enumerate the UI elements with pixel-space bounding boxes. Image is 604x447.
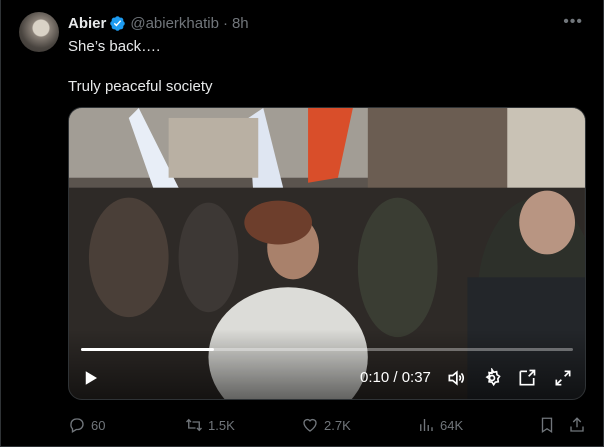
volume-icon[interactable] [445, 366, 467, 390]
tweet-header: Abier @abierkhatib · 8h [68, 13, 583, 33]
author-name[interactable]: Abier [68, 15, 106, 32]
like-button[interactable]: 2.7K [301, 416, 351, 434]
tweet-text-line: Truly peaceful society [68, 78, 213, 95]
pip-icon[interactable] [516, 366, 538, 390]
tweet-card[interactable]: Abier @abierkhatib · 8h ••• She’s back….… [0, 0, 604, 447]
video-player[interactable]: 0:10 / 0:37 [68, 107, 586, 400]
views-count: 64K [440, 417, 464, 433]
avatar[interactable] [19, 12, 59, 52]
tweet-text: She’s back…. Truly peaceful society [68, 37, 213, 97]
reply-count: 60 [91, 417, 106, 433]
share-icon [570, 417, 584, 432]
play-icon[interactable] [81, 366, 101, 390]
tweet-text-line: She’s back…. [68, 38, 161, 55]
fullscreen-icon[interactable] [552, 366, 574, 390]
tweet-actions: 60 1.5K 2.7K 64K [68, 414, 586, 436]
more-options-icon[interactable]: ••• [563, 13, 583, 31]
reply-button[interactable]: 60 [68, 416, 105, 434]
timestamp[interactable]: 8h [232, 15, 249, 32]
views-button[interactable]: 64K [417, 416, 463, 434]
controls-overlay [69, 329, 585, 399]
progress-bar[interactable] [81, 348, 573, 351]
bookmark-button[interactable] [538, 416, 556, 434]
views-icon [420, 419, 433, 431]
like-count: 2.7K [324, 417, 351, 433]
repost-count: 1.5K [208, 417, 235, 433]
share-button[interactable] [568, 416, 586, 434]
author-handle[interactable]: @abierkhatib [130, 15, 219, 32]
repost-icon [186, 418, 202, 432]
bookmark-icon [541, 417, 553, 434]
verified-badge-icon [109, 15, 126, 32]
settings-icon[interactable] [481, 366, 503, 390]
heart-icon [303, 418, 317, 432]
repost-button[interactable]: 1.5K [185, 416, 235, 434]
progress-fill [81, 348, 214, 351]
reply-icon [70, 418, 84, 433]
video-time: 0:10 / 0:37 [360, 369, 431, 386]
separator-dot: · [222, 14, 228, 32]
